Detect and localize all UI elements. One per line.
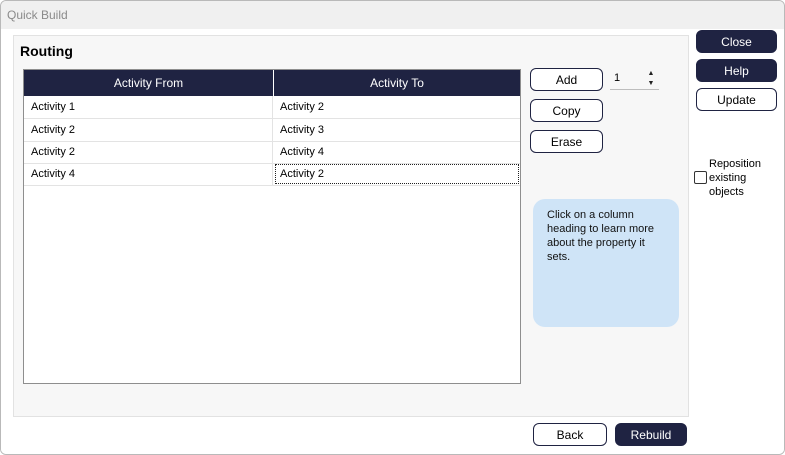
- reposition-existing-objects-option[interactable]: Reposition existing objects: [694, 157, 774, 201]
- reposition-checkbox[interactable]: [694, 171, 707, 184]
- cell-activity-to-selected[interactable]: Activity 2: [274, 163, 520, 185]
- update-button[interactable]: Update: [696, 88, 777, 111]
- count-value[interactable]: 1: [614, 72, 620, 84]
- column-header-activity-to[interactable]: Activity To: [274, 70, 520, 96]
- routing-table: Activity From Activity To Activity 1 Act…: [23, 69, 521, 384]
- window-title: Quick Build: [7, 8, 68, 22]
- table-row[interactable]: Activity 2 Activity 3: [24, 119, 520, 142]
- reposition-label: Reposition existing objects: [709, 157, 761, 199]
- column-header-activity-from[interactable]: Activity From: [24, 70, 274, 96]
- stepper-up-icon[interactable]: ▲: [644, 69, 658, 79]
- cell-activity-to[interactable]: Activity 2: [274, 96, 520, 118]
- rebuild-button[interactable]: Rebuild: [615, 423, 687, 446]
- reposition-label-line-1: Reposition: [709, 158, 761, 170]
- info-tooltip: Click on a column heading to learn more …: [533, 199, 679, 327]
- table-header: Activity From Activity To: [24, 70, 520, 96]
- erase-button[interactable]: Erase: [530, 130, 603, 153]
- back-button[interactable]: Back: [533, 423, 607, 446]
- help-button[interactable]: Help: [696, 59, 777, 82]
- cell-activity-to[interactable]: Activity 4: [274, 141, 520, 163]
- stepper-arrows: ▲ ▼: [644, 69, 658, 89]
- table-row[interactable]: Activity 4 Activity 2: [24, 163, 520, 186]
- table-row[interactable]: Activity 1 Activity 2: [24, 96, 520, 119]
- cell-activity-to[interactable]: Activity 3: [274, 119, 520, 141]
- table-row[interactable]: Activity 2 Activity 4: [24, 141, 520, 164]
- reposition-label-line-2: existing: [709, 172, 747, 184]
- section-title: Routing: [20, 43, 73, 59]
- cell-activity-from[interactable]: Activity 2: [24, 141, 273, 163]
- cell-activity-from[interactable]: Activity 4: [24, 163, 273, 185]
- add-button[interactable]: Add: [530, 68, 603, 91]
- reposition-label-line-3: objects: [709, 186, 744, 198]
- count-stepper[interactable]: 1 ▲ ▼: [610, 69, 659, 90]
- close-button[interactable]: Close: [696, 30, 777, 53]
- copy-button[interactable]: Copy: [530, 99, 603, 122]
- stepper-down-icon[interactable]: ▼: [644, 79, 658, 89]
- cell-activity-from[interactable]: Activity 2: [24, 119, 273, 141]
- cell-activity-from[interactable]: Activity 1: [24, 96, 273, 118]
- title-bar: Quick Build: [1, 1, 784, 29]
